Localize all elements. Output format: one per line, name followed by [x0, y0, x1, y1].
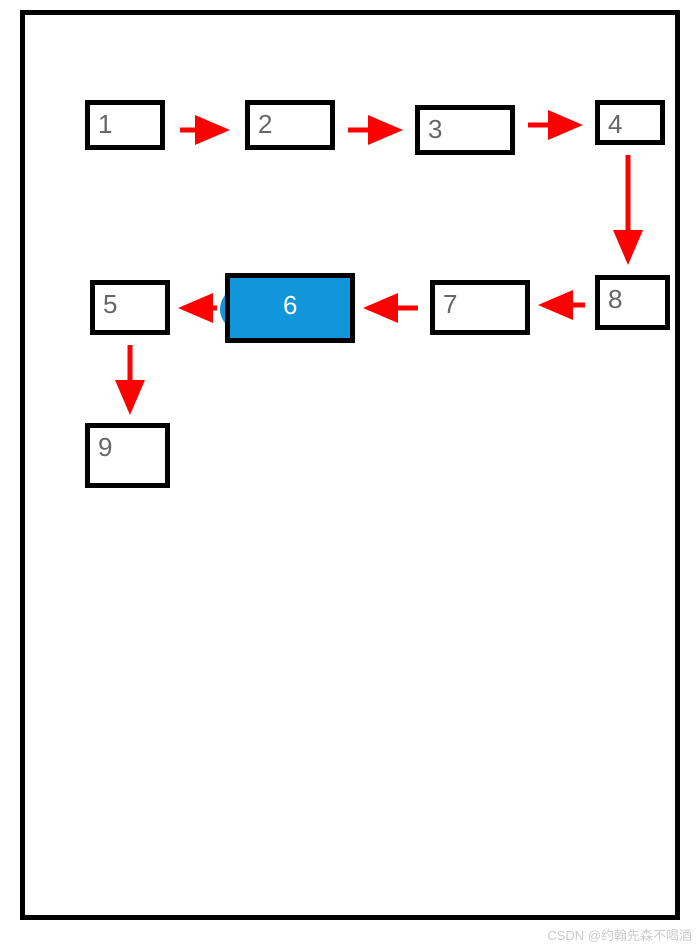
node-1: 1	[85, 100, 165, 150]
arrow-5-9	[115, 340, 145, 420]
node-9: 9	[85, 423, 170, 488]
node-6-highlighted: 6	[225, 273, 355, 343]
arrow-8-7	[535, 290, 590, 320]
node-label: 2	[258, 109, 272, 139]
node-label: 9	[98, 432, 112, 462]
node-label: 1	[98, 109, 112, 139]
diagram-frame: 1 2 3 4 5 6 7 8 9	[20, 10, 680, 920]
arrow-2-3	[343, 115, 408, 145]
node-4: 4	[595, 100, 665, 145]
node-label: 7	[443, 289, 457, 319]
node-5: 5	[90, 280, 170, 335]
arrow-1-2	[175, 115, 235, 145]
watermark: CSDN @约翰先森不喝酒	[547, 925, 692, 944]
arrow-6-5	[175, 293, 225, 323]
node-label: 3	[428, 114, 442, 144]
arrow-7-6	[360, 293, 425, 323]
node-label: 8	[608, 284, 622, 314]
node-2: 2	[245, 100, 335, 150]
node-label: 4	[608, 109, 622, 139]
arrow-3-4	[523, 110, 588, 140]
arrow-4-8	[613, 150, 643, 270]
node-7: 7	[430, 280, 530, 335]
node-label: 6	[238, 282, 342, 321]
node-3: 3	[415, 105, 515, 155]
node-8: 8	[595, 275, 670, 330]
node-label: 5	[103, 289, 117, 319]
